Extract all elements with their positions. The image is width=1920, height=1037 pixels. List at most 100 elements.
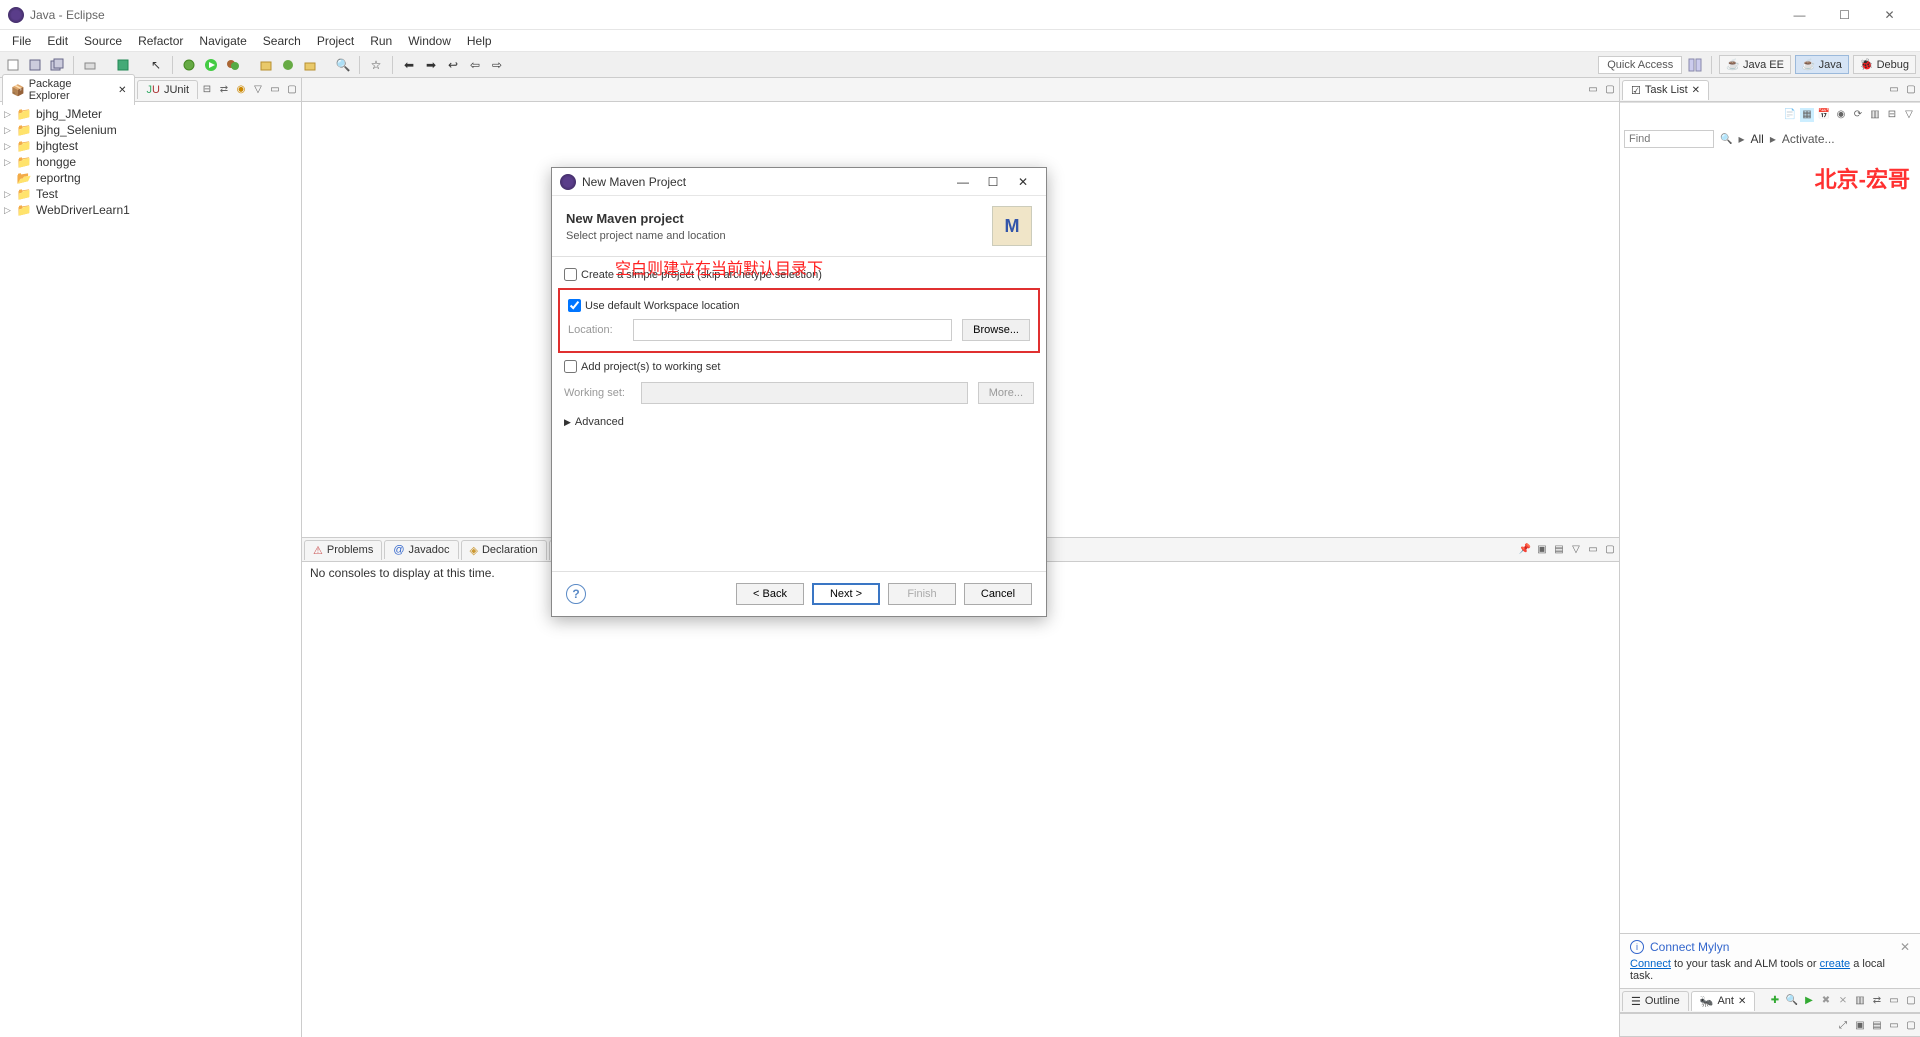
maximize-icon[interactable]: ▢ — [1603, 543, 1617, 557]
menu-run[interactable]: Run — [362, 34, 400, 48]
menu-project[interactable]: Project — [309, 34, 362, 48]
restore-icon[interactable]: ⤢ — [1836, 1018, 1850, 1032]
minimize-button[interactable]: — — [1777, 0, 1822, 30]
run-button[interactable] — [202, 56, 220, 74]
ant-link-icon[interactable]: ⇄ — [1870, 994, 1884, 1008]
menu-search[interactable]: Search — [255, 34, 309, 48]
collapse-icon[interactable]: ⊟ — [1885, 108, 1899, 122]
ant-filter-icon[interactable]: ▥ — [1853, 994, 1867, 1008]
scheduled-icon[interactable]: 📅 — [1817, 108, 1831, 122]
dialog-maximize-button[interactable]: ☐ — [978, 170, 1008, 194]
focus-task-icon[interactable]: ◉ — [234, 83, 248, 97]
tab-ant[interactable]: 🐜Ant✕ — [1691, 991, 1756, 1011]
display-console-icon[interactable]: ▣ — [1535, 543, 1549, 557]
browse-button[interactable]: Browse... — [962, 319, 1030, 341]
tab-package-explorer[interactable]: 📦 Package Explorer ✕ — [2, 74, 135, 105]
perspective-debug[interactable]: 🐞Debug — [1853, 55, 1916, 74]
last-edit-button[interactable]: ↩ — [444, 56, 462, 74]
view-menu-icon[interactable]: ▽ — [1569, 543, 1583, 557]
maximize-icon[interactable]: ▢ — [1904, 994, 1918, 1008]
link-editor-icon[interactable]: ⇄ — [217, 83, 231, 97]
filter-icon[interactable]: ▽ — [1902, 108, 1916, 122]
tab-junit[interactable]: JU JUnit — [137, 80, 198, 99]
new-class-button[interactable] — [279, 56, 297, 74]
help-icon[interactable]: ? — [566, 584, 586, 604]
save-button[interactable] — [26, 56, 44, 74]
coverage-button[interactable] — [224, 56, 242, 74]
ant-remove-all-icon[interactable]: ⨯ — [1836, 994, 1850, 1008]
add-buildfile-icon[interactable]: ✚ — [1768, 994, 1782, 1008]
perspective-java[interactable]: ☕Java — [1795, 55, 1849, 74]
collapse-all-icon[interactable]: ⊟ — [200, 83, 214, 97]
minimize-icon[interactable]: ▭ — [268, 83, 282, 97]
mylyn-connect-link[interactable]: Connect — [1630, 958, 1671, 970]
forward-button[interactable]: ⇨ — [488, 56, 506, 74]
tab-javadoc[interactable]: @Javadoc — [384, 540, 458, 559]
minimize-icon[interactable]: ▭ — [1887, 1018, 1901, 1032]
focus-icon[interactable]: ◉ — [1834, 108, 1848, 122]
maximize-icon[interactable]: ▢ — [1603, 83, 1617, 97]
search-icon[interactable]: 🔍 — [1720, 134, 1732, 145]
back-button[interactable]: < Back — [736, 583, 804, 605]
tab-declaration[interactable]: ◈Declaration — [461, 540, 547, 560]
view-icon2[interactable]: ▤ — [1870, 1018, 1884, 1032]
task-find-input[interactable] — [1624, 130, 1714, 148]
hide-icon[interactable]: ▥ — [1868, 108, 1882, 122]
tab-problems[interactable]: ⚠Problems — [304, 540, 382, 560]
cursor-icon[interactable]: ↖ — [147, 56, 165, 74]
default-workspace-checkbox[interactable] — [568, 299, 581, 312]
close-button[interactable]: ✕ — [1867, 0, 1912, 30]
menu-edit[interactable]: Edit — [39, 34, 76, 48]
next-annotation-button[interactable]: ➡ — [422, 56, 440, 74]
close-tab-icon[interactable]: ✕ — [1692, 85, 1700, 96]
view-icon[interactable]: ▣ — [1853, 1018, 1867, 1032]
close-tab-icon[interactable]: ✕ — [118, 85, 126, 96]
maximize-icon[interactable]: ▢ — [285, 83, 299, 97]
categorized-icon[interactable]: ▦ — [1800, 108, 1814, 122]
minimize-icon[interactable]: ▭ — [1586, 83, 1600, 97]
perspective-java-ee[interactable]: ☕Java EE — [1719, 55, 1791, 74]
minimize-icon[interactable]: ▭ — [1887, 994, 1901, 1008]
sync-icon[interactable]: ⟳ — [1851, 108, 1865, 122]
tab-outline[interactable]: ☰Outline — [1622, 991, 1689, 1011]
maximize-icon[interactable]: ▢ — [1904, 83, 1918, 97]
debug-button[interactable] — [180, 56, 198, 74]
open-console-icon[interactable]: ▤ — [1552, 543, 1566, 557]
save-all-button[interactable] — [48, 56, 66, 74]
tab-task-list[interactable]: ☑Task List✕ — [1622, 80, 1709, 100]
new-button[interactable] — [4, 56, 22, 74]
location-input[interactable] — [633, 319, 952, 341]
quick-access[interactable]: Quick Access — [1598, 56, 1682, 74]
new-folder-button[interactable] — [301, 56, 319, 74]
pin-console-icon[interactable]: 📌 — [1518, 543, 1532, 557]
task-all[interactable]: All — [1750, 132, 1763, 146]
menu-help[interactable]: Help — [459, 34, 500, 48]
open-perspective-button[interactable] — [1686, 56, 1704, 74]
dialog-close-button[interactable]: ✕ — [1008, 170, 1038, 194]
new-package-button[interactable] — [257, 56, 275, 74]
menu-refactor[interactable]: Refactor — [130, 34, 191, 48]
ant-run-icon[interactable]: ▶ — [1802, 994, 1816, 1008]
back-button[interactable]: ⇦ — [466, 56, 484, 74]
close-banner-icon[interactable]: ✕ — [1900, 940, 1910, 954]
simple-project-checkbox[interactable] — [564, 268, 577, 281]
search-button[interactable]: 🔍 — [334, 56, 352, 74]
mylyn-create-link[interactable]: create — [1820, 958, 1851, 970]
cancel-button[interactable]: Cancel — [964, 583, 1032, 605]
minimize-icon[interactable]: ▭ — [1586, 543, 1600, 557]
advanced-toggle[interactable]: ▶ Advanced — [564, 410, 1034, 434]
add-workingset-checkbox[interactable] — [564, 360, 577, 373]
package-tree[interactable]: ▷📁bjhg_JMeter ▷📁Bjhg_Selenium ▷📁bjhgtest… — [0, 102, 301, 222]
maximize-button[interactable]: ☐ — [1822, 0, 1867, 30]
toggle-mark-button[interactable]: ☆ — [367, 56, 385, 74]
menu-source[interactable]: Source — [76, 34, 130, 48]
menu-navigate[interactable]: Navigate — [191, 34, 254, 48]
open-type-button[interactable] — [114, 56, 132, 74]
menu-window[interactable]: Window — [400, 34, 459, 48]
new-task-icon[interactable]: 📄 — [1783, 108, 1797, 122]
next-button[interactable]: Next > — [812, 583, 880, 605]
menu-file[interactable]: File — [4, 34, 39, 48]
prev-annotation-button[interactable]: ⬅ — [400, 56, 418, 74]
maximize-icon[interactable]: ▢ — [1904, 1018, 1918, 1032]
ant-remove-icon[interactable]: ✖ — [1819, 994, 1833, 1008]
